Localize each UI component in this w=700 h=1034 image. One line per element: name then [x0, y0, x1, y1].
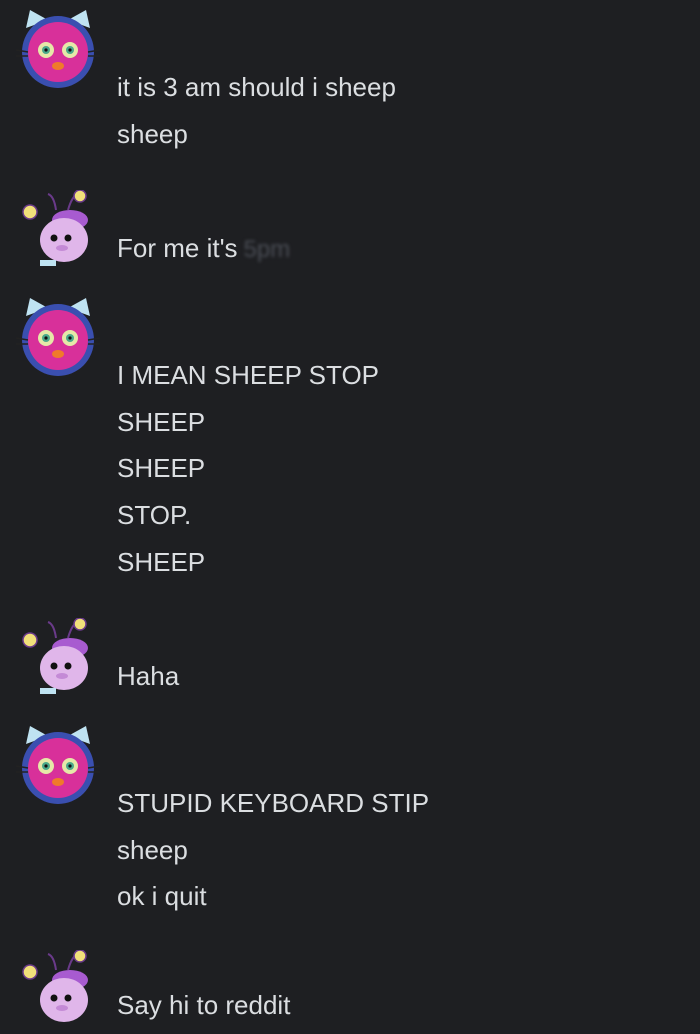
chat-message-list: it is 3 am should i sheep sheep For me i…: [0, 0, 700, 1022]
message-text: SHEEP: [117, 406, 206, 437]
message-text: sheep: [117, 118, 188, 149]
message-text: Say hi to reddit: [117, 990, 291, 1020]
pink-cat-monster-avatar-icon[interactable]: [16, 10, 100, 94]
message-text: SHEEP: [117, 546, 206, 577]
purple-snail-creature-avatar-icon[interactable]: [16, 950, 100, 1034]
message-text: SHEEP: [117, 453, 206, 484]
purple-snail-creature-avatar-icon[interactable]: [16, 190, 100, 274]
message-text: I MEAN SHEEP STOP: [117, 360, 380, 390]
message-text: ok i quit: [117, 881, 207, 912]
message-text: STUPID KEYBOARD STIP: [117, 788, 430, 818]
pink-cat-monster-avatar-icon[interactable]: [16, 726, 100, 810]
message-text: For me it's 5pm: [117, 225, 680, 272]
blurred-time: 5pm: [243, 236, 291, 263]
message-text: Haha: [117, 661, 180, 691]
message-text: STOP.: [117, 500, 192, 531]
message-text: sheep: [117, 834, 188, 865]
purple-snail-creature-avatar-icon[interactable]: [16, 618, 100, 702]
pink-cat-monster-avatar-icon[interactable]: [16, 298, 100, 382]
message-text: it is 3 am should i sheep: [117, 72, 396, 102]
